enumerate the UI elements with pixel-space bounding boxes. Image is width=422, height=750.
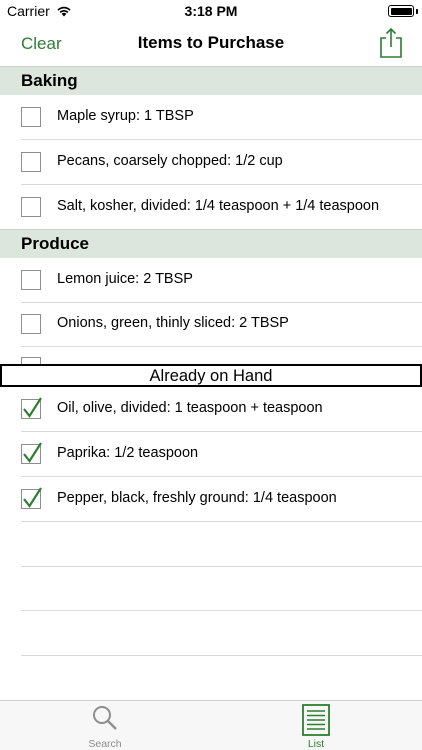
partial-checkbox <box>21 357 41 364</box>
empty-row-separator <box>21 655 422 656</box>
checkmark-icon <box>23 487 42 508</box>
section-header-baking: Baking <box>0 66 422 95</box>
list-icon <box>302 704 330 736</box>
checkbox[interactable] <box>21 107 41 127</box>
list-item[interactable]: Pecans, coarsely chopped: 1/2 cup <box>0 140 422 185</box>
empty-row-separator <box>21 566 422 567</box>
item-label: Salt, kosher, divided: 1/4 teaspoon + 1/… <box>57 198 380 214</box>
section-title: Produce <box>21 234 90 253</box>
share-icon <box>380 27 402 58</box>
already-on-hand-header: Already on Hand <box>0 364 422 387</box>
checkbox[interactable] <box>21 197 41 217</box>
battery-tip <box>415 9 418 14</box>
status-time: 3:18 PM <box>184 3 238 19</box>
list-item[interactable]: Lemon juice: 2 TBSP <box>0 258 422 303</box>
page-title: Items to Purchase <box>137 33 285 52</box>
checkbox[interactable] <box>21 270 41 290</box>
list-item-checked[interactable]: Paprika: 1/2 teaspoon <box>0 432 422 477</box>
item-label: Onions, green, thinly sliced: 2 TBSP <box>57 315 289 331</box>
navigation-bar: Clear Items to Purchase <box>0 22 422 66</box>
share-button[interactable] <box>378 27 404 59</box>
search-icon <box>93 706 117 730</box>
list-item-checked[interactable]: Oil, olive, divided: 1 teaspoon + teaspo… <box>0 387 422 432</box>
checkmark-icon <box>23 442 42 463</box>
item-label: Paprika: 1/2 teaspoon <box>57 445 199 461</box>
tab-search[interactable]: Search <box>55 701 155 750</box>
status-bar: Carrier 3:18 PM <box>0 0 422 22</box>
item-label: Oil, olive, divided: 1 teaspoon + teaspo… <box>57 400 323 416</box>
item-label: Pecans, coarsely chopped: 1/2 cup <box>57 153 283 169</box>
item-label: Lemon juice: 2 TBSP <box>57 271 193 287</box>
list-item-checked[interactable]: Pepper, black, freshly ground: 1/4 teasp… <box>0 477 422 522</box>
tab-list[interactable]: List <box>266 701 366 750</box>
tab-label: Search <box>88 738 122 750</box>
already-on-hand-title: Already on Hand <box>149 367 273 385</box>
list-item[interactable]: Onions, green, thinly sliced: 2 TBSP <box>0 302 422 347</box>
section-header-produce: Produce <box>0 229 422 258</box>
tab-label: List <box>307 738 325 750</box>
checkmark-icon <box>23 397 42 418</box>
list-item[interactable]: Maple syrup: 1 TBSP <box>0 95 422 140</box>
list-item[interactable]: Salt, kosher, divided: 1/4 teaspoon + 1/… <box>0 185 422 230</box>
empty-row-separator <box>21 610 422 611</box>
checkbox-checked[interactable] <box>21 442 42 464</box>
checkbox-checked[interactable] <box>21 487 42 509</box>
battery-icon <box>388 5 414 17</box>
section-title: Baking <box>21 71 78 90</box>
checkbox[interactable] <box>21 152 41 172</box>
item-label: Maple syrup: 1 TBSP <box>57 108 194 124</box>
tab-bar: Search List <box>0 700 422 750</box>
checkbox[interactable] <box>21 314 41 334</box>
item-label: Pepper, black, freshly ground: 1/4 teasp… <box>57 490 337 506</box>
checkbox-checked[interactable] <box>21 397 42 419</box>
